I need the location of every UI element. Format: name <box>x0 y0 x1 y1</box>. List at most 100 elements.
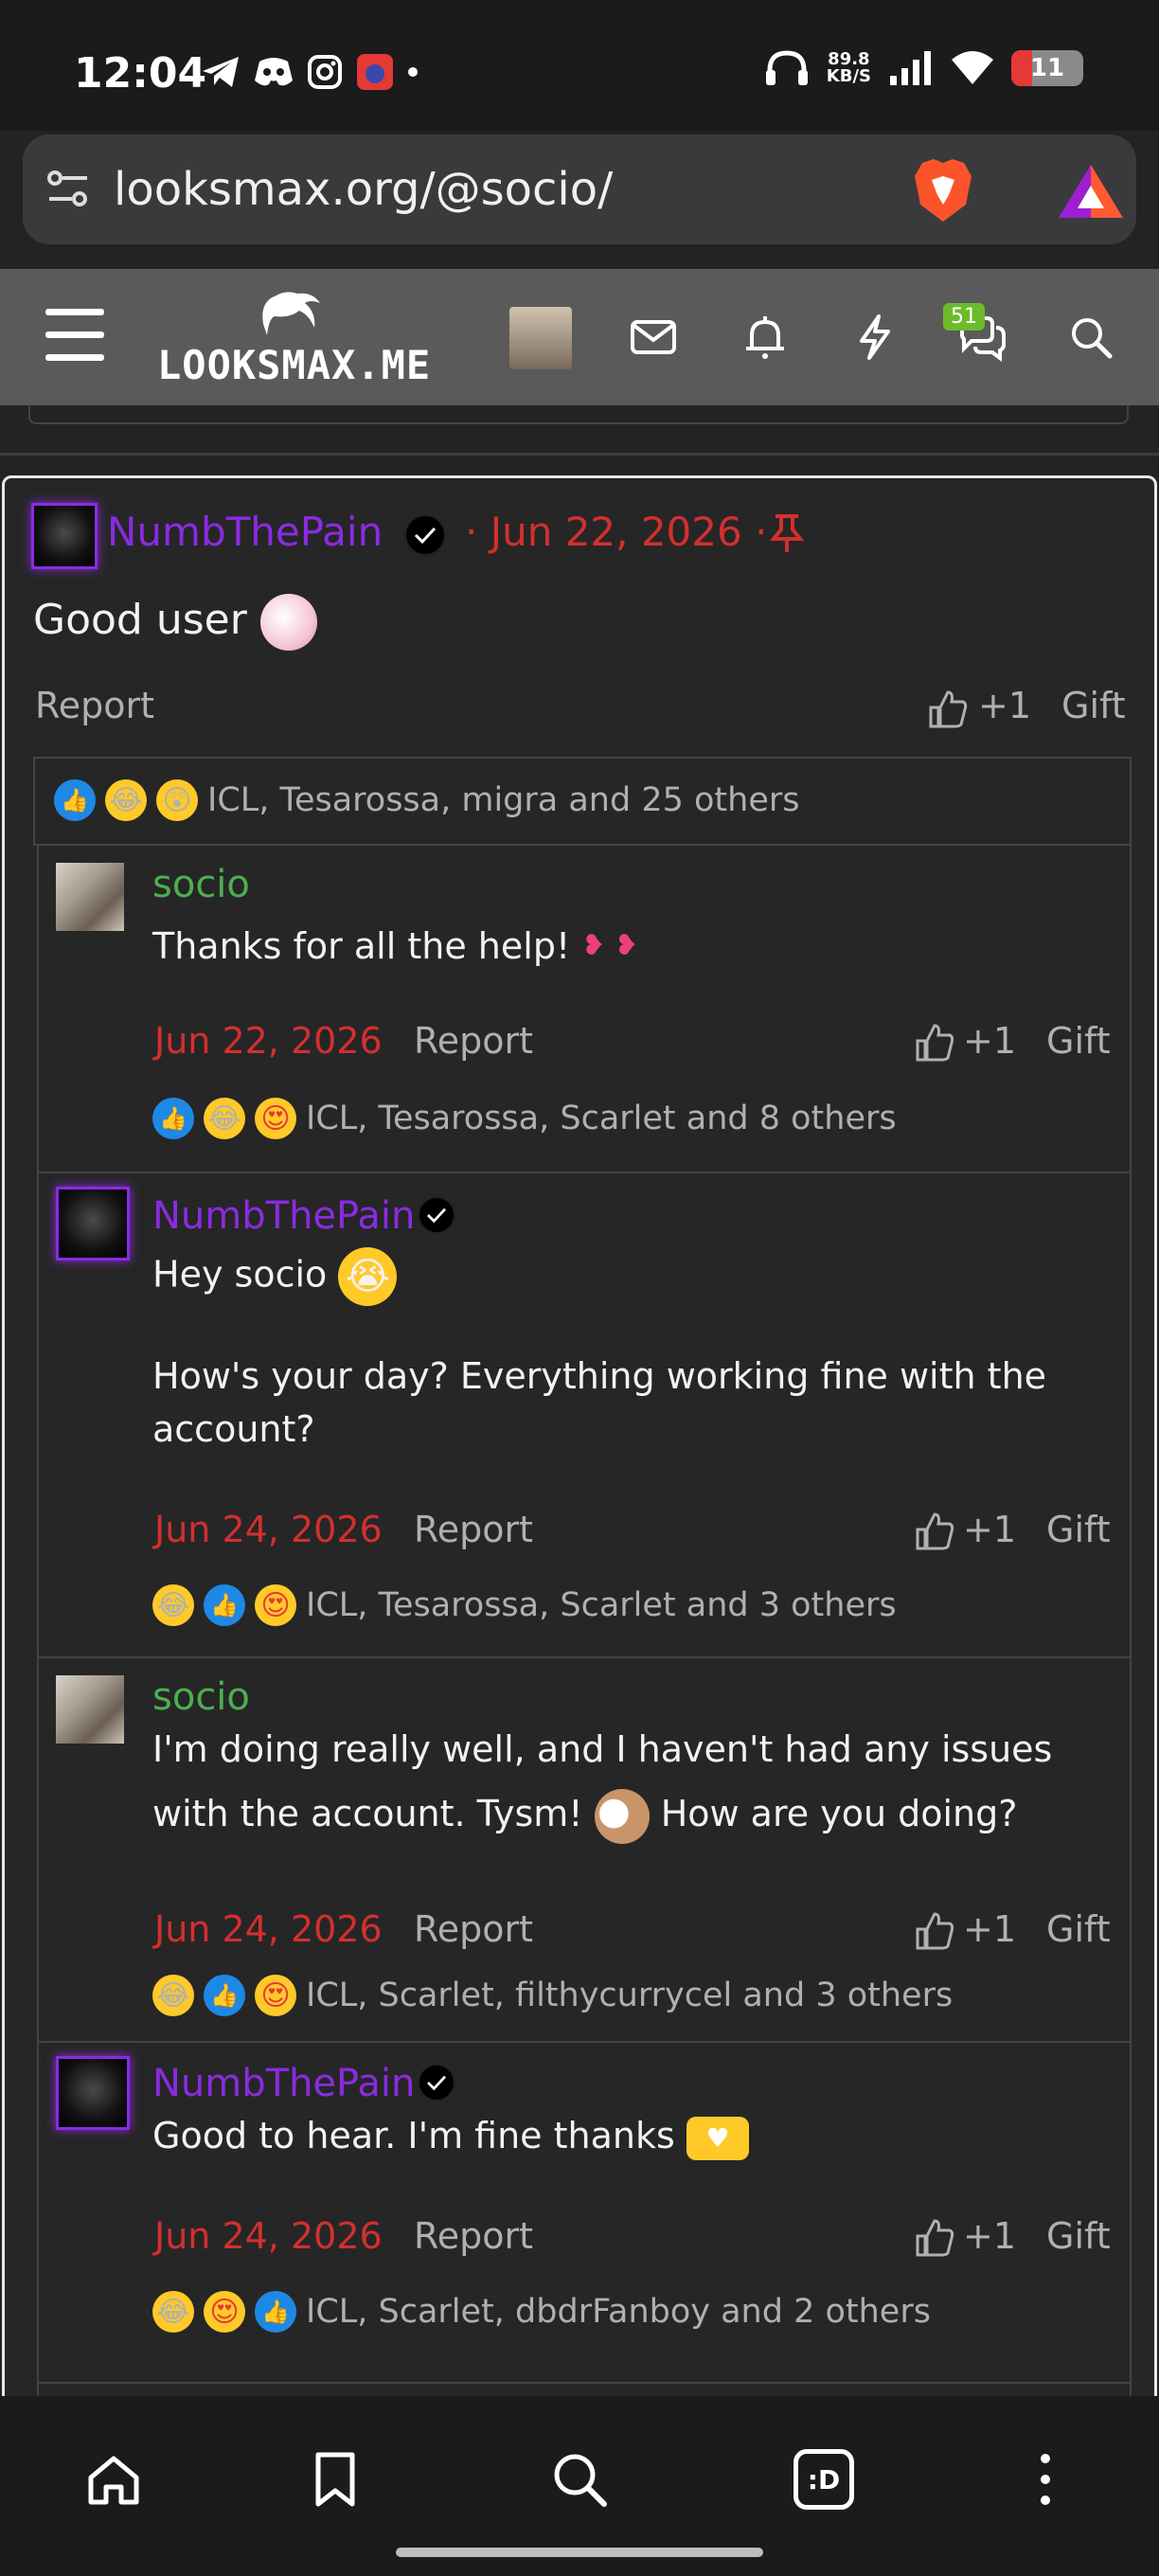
avatar[interactable] <box>56 1187 130 1261</box>
site-logo[interactable]: LOOKSMAX.ME <box>157 290 430 394</box>
reactions-text[interactable]: ICL, Scarlet, filthycurrycel and 3 other… <box>306 1977 953 2014</box>
report-link[interactable]: Report <box>414 1020 533 1062</box>
system-icons: 89.8 KB/S 11 <box>764 49 1083 87</box>
report-link[interactable]: Report <box>414 2215 533 2257</box>
thumbs-up-icon[interactable] <box>914 1910 955 1952</box>
like-count[interactable]: +1 <box>963 1509 1016 1550</box>
leo-ai-icon[interactable]: :D <box>793 2449 854 2510</box>
avatar[interactable] <box>31 503 98 569</box>
thumbs-up-icon[interactable] <box>914 1511 955 1552</box>
reactions-text[interactable]: ICL, Tesarossa, migra and 25 others <box>207 781 799 819</box>
address-bar[interactable]: looksmax.org/@socio/ <box>23 134 1136 244</box>
gift-link[interactable]: Gift <box>1061 685 1126 726</box>
pin-icon <box>769 514 805 552</box>
comment-text: Hey socio 😭 <box>152 1247 398 1306</box>
comment-item: NumbThePain Hey socio 😭 How's your day? … <box>37 1172 1132 1656</box>
site-settings-icon[interactable] <box>45 167 91 212</box>
wifi-icon <box>952 51 993 84</box>
post-content: Good user <box>33 594 317 651</box>
comment-author[interactable]: socio <box>152 863 250 906</box>
report-link[interactable]: Report <box>414 1509 533 1550</box>
url-text[interactable]: looksmax.org/@socio/ <box>114 163 613 216</box>
brave-rewards-icon[interactable] <box>1057 163 1125 220</box>
signal-icon <box>890 51 931 85</box>
laugh-reaction-icon: 😂 <box>152 1975 194 2016</box>
menu-icon[interactable] <box>45 309 104 364</box>
post-date-line[interactable]: · Jun 22, 2026 · <box>465 509 767 555</box>
verified-icon <box>418 2064 455 2102</box>
comment-item: socio I'm doing really well, and I haven… <box>37 1656 1132 2041</box>
avatar[interactable] <box>56 2056 130 2130</box>
search-icon[interactable] <box>1064 311 1117 364</box>
reactions-text[interactable]: ICL, Tesarossa, Scarlet and 3 others <box>306 1586 897 1624</box>
report-link[interactable]: Report <box>414 1908 533 1950</box>
report-link[interactable]: Report <box>35 685 154 726</box>
reactions-text[interactable]: ICL, Scarlet, dbdrFanboy and 2 others <box>306 2293 931 2331</box>
comment-date[interactable]: Jun 22, 2026 <box>154 1020 383 1062</box>
bookmark-icon[interactable] <box>305 2449 366 2510</box>
user-avatar[interactable] <box>509 307 572 369</box>
laugh-reaction-icon: 😂 <box>152 1584 194 1626</box>
gift-link[interactable]: Gift <box>1046 1509 1111 1550</box>
comment-item: NumbThePain Good to hear. I'm fine thank… <box>37 2041 1132 2382</box>
gift-link[interactable]: Gift <box>1046 1908 1111 1950</box>
discord-icon <box>255 58 293 86</box>
brave-shields-icon[interactable] <box>911 157 975 224</box>
gift-link[interactable]: Gift <box>1046 1020 1111 1062</box>
avatar[interactable] <box>56 1675 124 1744</box>
comment-reactions[interactable]: 😂 😍 👍 ICL, Scarlet, dbdrFanboy and 2 oth… <box>152 2291 931 2333</box>
comment-author[interactable]: NumbThePain <box>152 1194 415 1238</box>
like-reaction-icon: 👍 <box>255 2291 296 2333</box>
thumbs-up-icon[interactable] <box>927 689 969 730</box>
like-count[interactable]: +1 <box>963 1020 1016 1062</box>
comment-text: I'm doing really well, and I haven't had… <box>152 1728 1053 1770</box>
mail-icon[interactable] <box>627 311 680 364</box>
comment-author[interactable]: NumbThePain <box>152 2062 415 2105</box>
divider <box>0 453 1159 456</box>
heart-eyes-reaction-icon: 😍 <box>255 1975 296 2016</box>
notification-icons <box>201 53 419 91</box>
gift-link[interactable]: Gift <box>1046 2215 1111 2257</box>
home-icon[interactable] <box>83 2449 144 2510</box>
bell-icon[interactable] <box>739 311 792 364</box>
search-icon[interactable] <box>549 2449 610 2510</box>
comment-reactions[interactable]: 😂 👍 😍 ICL, Scarlet, filthycurrycel and 3… <box>152 1975 953 2016</box>
comment-text: Good to hear. I'm fine thanks ♥ <box>152 2109 749 2162</box>
like-reaction-icon: 👍 <box>204 1975 245 2016</box>
post-date[interactable]: Jun 22, 2026 <box>490 509 742 555</box>
heart-eyes-reaction-icon: 😍 <box>255 1584 296 1626</box>
home-indicator[interactable] <box>396 2548 763 2557</box>
comment-date[interactable]: Jun 24, 2026 <box>154 2215 383 2257</box>
like-count[interactable]: +1 <box>978 685 1031 726</box>
bears-sticker-icon <box>594 1788 650 1844</box>
profile-post: NumbThePain · Jun 22, 2026 · Good user R… <box>2 475 1157 2398</box>
cute-sticker-icon <box>259 594 317 651</box>
lightning-icon[interactable] <box>848 311 901 364</box>
verified-icon <box>418 1196 455 1234</box>
like-count[interactable]: +1 <box>963 2215 1016 2257</box>
app-notification-icon <box>357 54 393 90</box>
dot-icon <box>408 67 418 77</box>
avatar[interactable] <box>56 863 124 931</box>
comment-text-2: with the account. Tysm! How are you doin… <box>152 1787 1118 1844</box>
more-icon[interactable] <box>1015 2449 1076 2510</box>
comment-date[interactable]: Jun 24, 2026 <box>154 1509 383 1550</box>
comment-text: Thanks for all the help! ❥ ❥ <box>152 925 639 967</box>
post-author[interactable]: NumbThePain <box>107 509 383 555</box>
telegram-icon <box>203 57 239 87</box>
comment-author[interactable]: socio <box>152 1675 250 1719</box>
thumbs-up-icon[interactable] <box>914 1022 955 1064</box>
reactions-text[interactable]: ICL, Tesarossa, Scarlet and 8 others <box>306 1100 897 1137</box>
status-bar: 12:04 89.8 KB/S 11 <box>0 0 1159 131</box>
like-count[interactable]: +1 <box>963 1908 1016 1950</box>
comment-reactions[interactable]: 👍 😂 😍 ICL, Tesarossa, Scarlet and 8 othe… <box>152 1098 897 1139</box>
instagram-icon <box>308 55 342 89</box>
previous-card-edge <box>28 405 1129 424</box>
comment-reactions[interactable]: 😂 👍 😍 ICL, Tesarossa, Scarlet and 3 othe… <box>152 1584 897 1626</box>
post-reactions-bar[interactable]: 👍 😂 😲 ICL, Tesarossa, migra and 25 other… <box>33 757 1132 846</box>
thumbs-up-icon[interactable] <box>914 2217 955 2259</box>
laugh-reaction-icon: 😂 <box>152 2291 194 2333</box>
crying-emoji-icon: 😭 <box>338 1247 398 1306</box>
browser-bottom-bar: :D <box>0 2396 1159 2576</box>
comment-date[interactable]: Jun 24, 2026 <box>154 1908 383 1950</box>
